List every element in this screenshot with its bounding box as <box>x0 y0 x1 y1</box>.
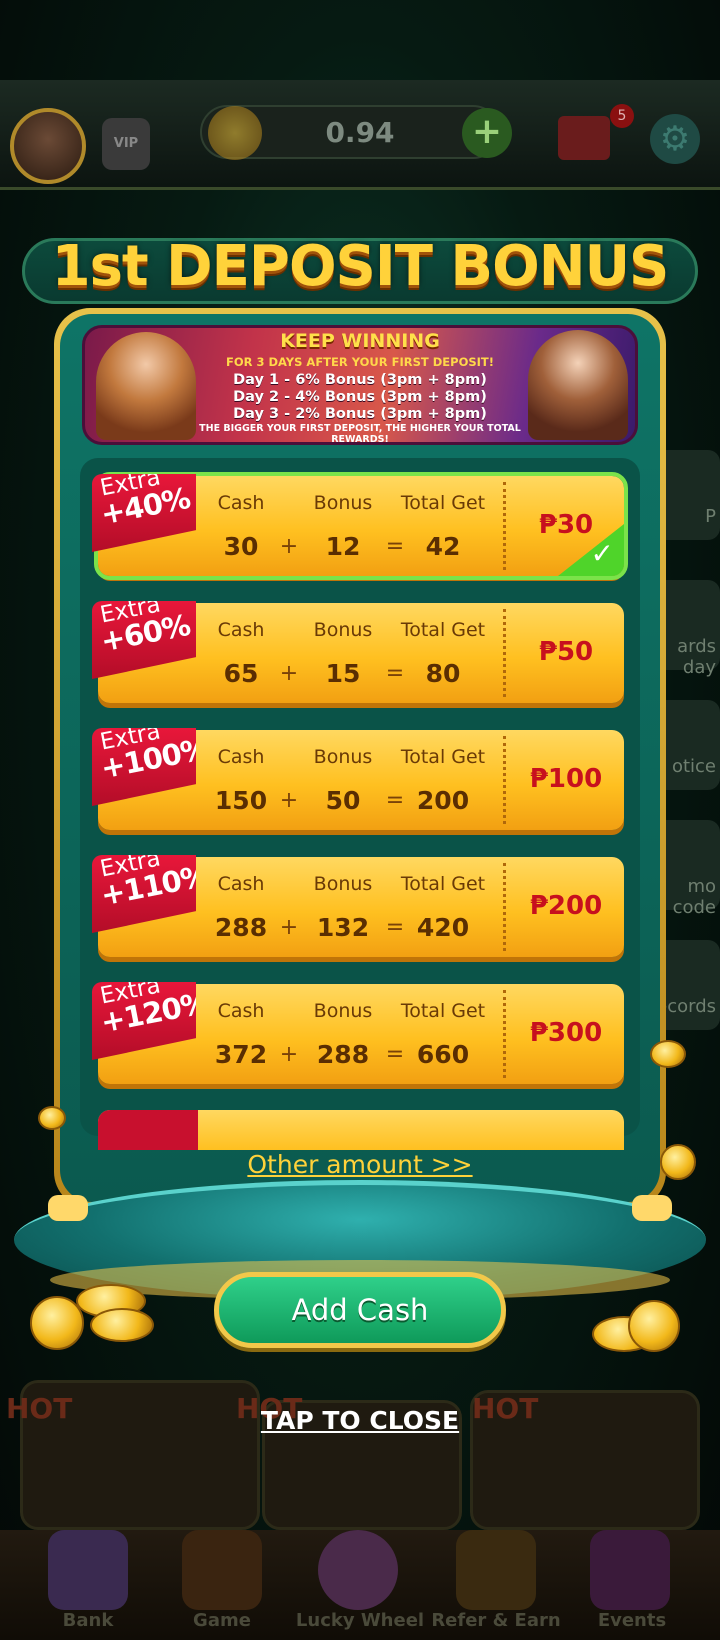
other-amount-link[interactable]: Other amount >> <box>60 1150 660 1179</box>
coin-icon <box>650 1040 686 1068</box>
tap-to-close-button[interactable]: TAP TO CLOSE <box>210 1406 510 1435</box>
tier-row[interactable]: Extra +40% Cash Bonus Total Get 30 + 12 … <box>92 472 628 580</box>
cash-value: 372 <box>214 1040 268 1069</box>
total-header: Total Get <box>400 492 486 514</box>
row-divider <box>503 863 506 951</box>
bonus-value: 12 <box>325 532 361 561</box>
total-header: Total Get <box>400 1000 486 1022</box>
price-label: ₱30 <box>538 510 594 540</box>
bonus-value: 288 <box>316 1040 370 1069</box>
cash-value: 288 <box>214 913 268 942</box>
refer-icon <box>456 1530 536 1610</box>
cash-header: Cash <box>217 492 265 514</box>
price-label: ₱200 <box>529 891 603 921</box>
bonus-header: Bonus <box>313 492 373 514</box>
promo-line-day1: Day 1 - 6% Bonus (3pm + 8pm) <box>233 372 487 388</box>
coin-icon <box>90 1308 154 1342</box>
tier-row[interactable]: Extra +100% Cash Bonus Total Get 150 + 5… <box>92 728 624 830</box>
extra-tag: Extra +110% <box>92 855 196 933</box>
total-value: 420 <box>416 913 470 942</box>
avatar[interactable] <box>10 108 86 184</box>
nav-lucky-wheel[interactable]: Lucky Wheel <box>290 1610 430 1631</box>
hot-label: HOT <box>6 1392 73 1425</box>
total-header: Total Get <box>400 873 486 895</box>
mail-icon[interactable] <box>558 116 610 160</box>
slot-machine-icon <box>182 1530 262 1610</box>
balance-value: 0.94 <box>325 116 395 149</box>
coin-icon <box>38 1106 66 1130</box>
total-value: 660 <box>416 1040 470 1069</box>
lamp-icon <box>632 1195 672 1221</box>
lucky-wheel-icon <box>318 1530 398 1610</box>
extra-tag: Extra +60% <box>92 601 196 679</box>
cash-header: Cash <box>217 1000 265 1022</box>
total-value: 42 <box>425 532 461 561</box>
row-divider <box>503 609 506 697</box>
tier-row[interactable]: Extra +120% Cash Bonus Total Get 372 + 2… <box>92 982 624 1084</box>
nav-refer-earn[interactable]: Refer & Earn <box>426 1610 566 1631</box>
tier-row-partial[interactable] <box>98 1110 624 1150</box>
cash-value: 65 <box>223 659 259 688</box>
extra-tag: Extra +120% <box>92 982 196 1060</box>
cash-header: Cash <box>217 873 265 895</box>
vip-badge[interactable]: VIP <box>102 118 150 170</box>
bonus-value: 132 <box>316 913 370 942</box>
coin-icon <box>628 1300 680 1352</box>
promo-line-day2: Day 2 - 4% Bonus (3pm + 8pm) <box>233 389 487 405</box>
bonus-value: 15 <box>325 659 361 688</box>
total-header: Total Get <box>400 619 486 641</box>
promo-footer: THE BIGGER YOUR FIRST DEPOSIT, THE HIGHE… <box>199 423 521 445</box>
extra-tag: Extra +40% <box>92 474 196 552</box>
gift-icon <box>590 1530 670 1610</box>
bonus-header: Bonus <box>313 1000 373 1022</box>
gear-icon[interactable]: ⚙ <box>650 114 700 164</box>
total-value: 200 <box>416 786 470 815</box>
check-icon: ✓ <box>590 537 614 570</box>
bonus-header: Bonus <box>313 619 373 641</box>
tier-row[interactable]: Extra +60% Cash Bonus Total Get 65 + 15 … <box>92 601 624 703</box>
modal-title: 1st DEPOSIT BONUS <box>51 234 670 299</box>
bank-icon <box>48 1530 128 1610</box>
promo-title: KEEP WINNING <box>280 330 440 352</box>
promo-subtitle: FOR 3 DAYS AFTER YOUR FIRST DEPOSIT! <box>225 355 495 369</box>
promo-character-right <box>528 330 628 440</box>
coin-icon <box>660 1144 696 1180</box>
lamp-icon <box>48 1195 88 1221</box>
mail-count-badge: 5 <box>610 104 634 128</box>
bonus-header: Bonus <box>313 873 373 895</box>
bonus-value: 50 <box>325 786 361 815</box>
price-label: ₱100 <box>529 764 603 794</box>
cash-value: 30 <box>223 532 259 561</box>
bonus-header: Bonus <box>313 746 373 768</box>
add-cash-button[interactable]: Add Cash <box>214 1272 506 1348</box>
coin-icon <box>208 106 262 160</box>
extra-tag <box>98 1110 198 1150</box>
cash-value: 150 <box>214 786 268 815</box>
extra-tag: Extra +100% <box>92 728 196 806</box>
cash-header: Cash <box>217 619 265 641</box>
nav-events[interactable]: Events <box>562 1610 702 1631</box>
row-divider <box>503 736 506 824</box>
nav-bank[interactable]: Bank <box>18 1610 158 1631</box>
tier-row[interactable]: Extra +110% Cash Bonus Total Get 288 + 1… <box>92 855 624 957</box>
promo-line-day3: Day 3 - 2% Bonus (3pm + 8pm) <box>233 406 487 422</box>
add-balance-plus-icon[interactable]: + <box>462 108 512 158</box>
nav-game[interactable]: Game <box>152 1610 292 1631</box>
price-label: ₱300 <box>529 1018 603 1048</box>
row-divider <box>503 990 506 1078</box>
cash-header: Cash <box>217 746 265 768</box>
price-label: ₱50 <box>538 637 594 667</box>
total-header: Total Get <box>400 746 486 768</box>
total-value: 80 <box>425 659 461 688</box>
row-divider <box>503 482 506 570</box>
